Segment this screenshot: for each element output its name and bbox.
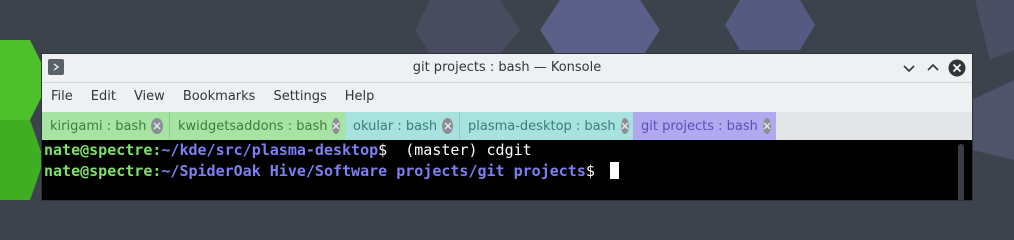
- tab-close-icon[interactable]: [442, 118, 453, 134]
- tab-label: kwidgetsaddons : bash: [178, 118, 328, 134]
- prompt-user: nate@spectre: [44, 141, 153, 159]
- menu-view[interactable]: View: [125, 83, 174, 111]
- prompt-path: ~/kde/src/plasma-desktop: [161, 141, 379, 159]
- close-icon[interactable]: [948, 59, 966, 77]
- prompt-symbol: $: [585, 162, 595, 180]
- tab-plasma-desktop[interactable]: plasma-desktop : bash: [459, 112, 633, 140]
- title-bar[interactable]: git projects : bash — Konsole: [42, 54, 972, 83]
- menu-bar: File Edit View Bookmarks Settings Help: [42, 83, 972, 111]
- tab-label: kirigami : bash: [50, 118, 147, 134]
- menu-edit[interactable]: Edit: [82, 83, 125, 111]
- menu-bookmarks[interactable]: Bookmarks: [174, 83, 265, 111]
- menu-file[interactable]: File: [42, 83, 82, 111]
- tab-git-projects[interactable]: git projects : bash: [633, 112, 776, 140]
- konsole-window: git projects : bash — Konsole File Edit …: [42, 54, 972, 200]
- tab-close-icon[interactable]: [151, 118, 163, 134]
- tab-kirigami[interactable]: kirigami : bash: [42, 112, 169, 140]
- tab-label: git projects : bash: [641, 118, 758, 134]
- tab-close-icon[interactable]: [762, 118, 771, 134]
- tab-label: plasma-desktop : bash: [468, 118, 616, 134]
- tab-close-icon[interactable]: [332, 118, 341, 134]
- menu-settings[interactable]: Settings: [264, 83, 335, 111]
- text-cursor: [609, 162, 619, 179]
- tab-close-icon[interactable]: [620, 118, 629, 134]
- menu-help[interactable]: Help: [336, 83, 384, 111]
- tab-kwidgetsaddons[interactable]: kwidgetsaddons : bash: [169, 112, 345, 140]
- terminal-line: nate@spectre:~/SpiderOak Hive/Software p…: [44, 161, 972, 182]
- scrollbar[interactable]: [958, 144, 964, 200]
- tab-bar: kirigami : bash kwidgetsaddons : bash ok…: [42, 112, 972, 140]
- minimize-chevron-icon[interactable]: [900, 59, 918, 77]
- terminal-line: nate@spectre:~/kde/src/plasma-desktop$ (…: [44, 140, 972, 161]
- command-text: (master) cdgit: [387, 141, 532, 159]
- window-title: git projects : bash — Konsole: [412, 60, 602, 75]
- terminal-area[interactable]: nate@spectre:~/kde/src/plasma-desktop$ (…: [42, 140, 972, 200]
- tab-okular[interactable]: okular : bash: [345, 112, 459, 140]
- tab-label: okular : bash: [353, 118, 438, 134]
- prompt-user: nate@spectre: [44, 162, 153, 180]
- maximize-chevron-icon[interactable]: [924, 59, 942, 77]
- prompt-path: ~/SpiderOak Hive/Software projects/git p…: [161, 162, 586, 180]
- prompt-symbol: $: [378, 141, 388, 159]
